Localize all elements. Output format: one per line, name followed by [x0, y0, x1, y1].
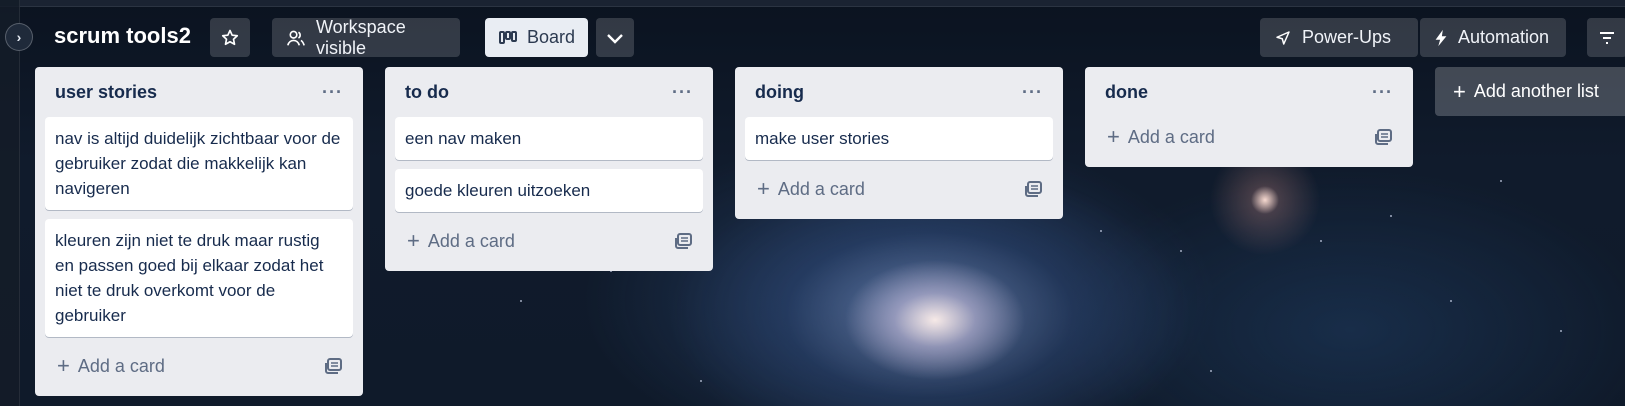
list-title[interactable]: to do [405, 82, 449, 103]
list-header: done ··· [1095, 67, 1403, 117]
template-icon[interactable] [325, 358, 343, 374]
plus-icon: + [1453, 78, 1466, 104]
board-view-button[interactable]: Board [485, 18, 588, 57]
template-icon[interactable] [675, 233, 693, 249]
browser-top-strip [0, 0, 1625, 7]
template-icon[interactable] [1025, 181, 1043, 197]
filter-button[interactable] [1587, 18, 1625, 57]
add-card-label: Add a card [77, 355, 165, 376]
card[interactable]: goede kleuren uitzoeken [395, 169, 703, 212]
plus-icon: + [757, 176, 770, 201]
list-title[interactable]: done [1105, 82, 1148, 103]
list-header: to do ··· [395, 67, 703, 117]
automation-label: Automation [1458, 27, 1550, 47]
visibility-button[interactable]: Workspace visible [272, 16, 460, 58]
add-card-row: + Add a card [1095, 117, 1403, 157]
add-card-button[interactable]: + Add a card [1107, 126, 1215, 148]
add-list-button[interactable]: + Add another list [1435, 67, 1625, 116]
add-card-row: + Add a card [395, 221, 703, 261]
people-icon [287, 30, 305, 46]
view-switcher-button[interactable] [596, 18, 634, 57]
power-ups-button[interactable]: Power-Ups [1260, 18, 1418, 57]
list-title[interactable]: doing [755, 82, 804, 103]
plus-icon: + [57, 353, 70, 378]
list-title[interactable]: user stories [55, 82, 157, 103]
plus-icon: + [407, 228, 420, 253]
ellipsis-icon[interactable]: ··· [672, 82, 693, 103]
add-card-row: + Add a card [45, 346, 353, 386]
ellipsis-icon[interactable]: ··· [1022, 82, 1043, 103]
star-icon [221, 29, 239, 45]
visibility-label: Workspace visible [316, 16, 406, 58]
board-header: scrum tools2 Workspace visible Board Pow… [0, 7, 1625, 67]
template-icon[interactable] [1375, 129, 1393, 145]
card[interactable]: nav is altijd duidelijk zichtbaar voor d… [45, 117, 353, 210]
add-card-button[interactable]: + Add a card [757, 178, 865, 200]
add-card-button[interactable]: + Add a card [407, 230, 515, 252]
card[interactable]: make user stories [745, 117, 1053, 160]
power-ups-label: Power-Ups [1302, 27, 1392, 47]
board-icon [499, 30, 517, 44]
add-card-button[interactable]: + Add a card [57, 355, 165, 377]
list-to-do[interactable]: to do ··· een nav maken goede kleuren ui… [385, 67, 713, 271]
add-card-label: Add a card [1127, 126, 1215, 147]
add-list-label: Add another list [1473, 81, 1599, 101]
list-header: doing ··· [745, 67, 1053, 117]
ellipsis-icon[interactable]: ··· [1372, 82, 1393, 103]
add-card-row: + Add a card [745, 169, 1053, 209]
list-header: user stories ··· [45, 67, 353, 117]
card[interactable]: een nav maken [395, 117, 703, 160]
plus-icon: + [1107, 124, 1120, 149]
list-done[interactable]: done ··· + Add a card [1085, 67, 1413, 167]
board-view-label: Board [527, 27, 576, 47]
chevron-down-icon [607, 33, 623, 44]
add-card-label: Add a card [427, 230, 515, 251]
filter-icon [1600, 31, 1614, 44]
list-doing[interactable]: doing ··· make user stories + Add a card [735, 67, 1063, 219]
card[interactable]: kleuren zijn niet te druk maar rustig en… [45, 219, 353, 337]
automation-button[interactable]: Automation [1420, 18, 1566, 57]
rocket-icon [1276, 30, 1290, 45]
lightning-icon [1435, 29, 1447, 46]
board-title[interactable]: scrum tools2 [54, 23, 191, 49]
add-card-label: Add a card [777, 178, 865, 199]
ellipsis-icon[interactable]: ··· [322, 82, 343, 103]
list-user-stories[interactable]: user stories ··· nav is altijd duidelijk… [35, 67, 363, 396]
star-button[interactable] [210, 18, 250, 57]
